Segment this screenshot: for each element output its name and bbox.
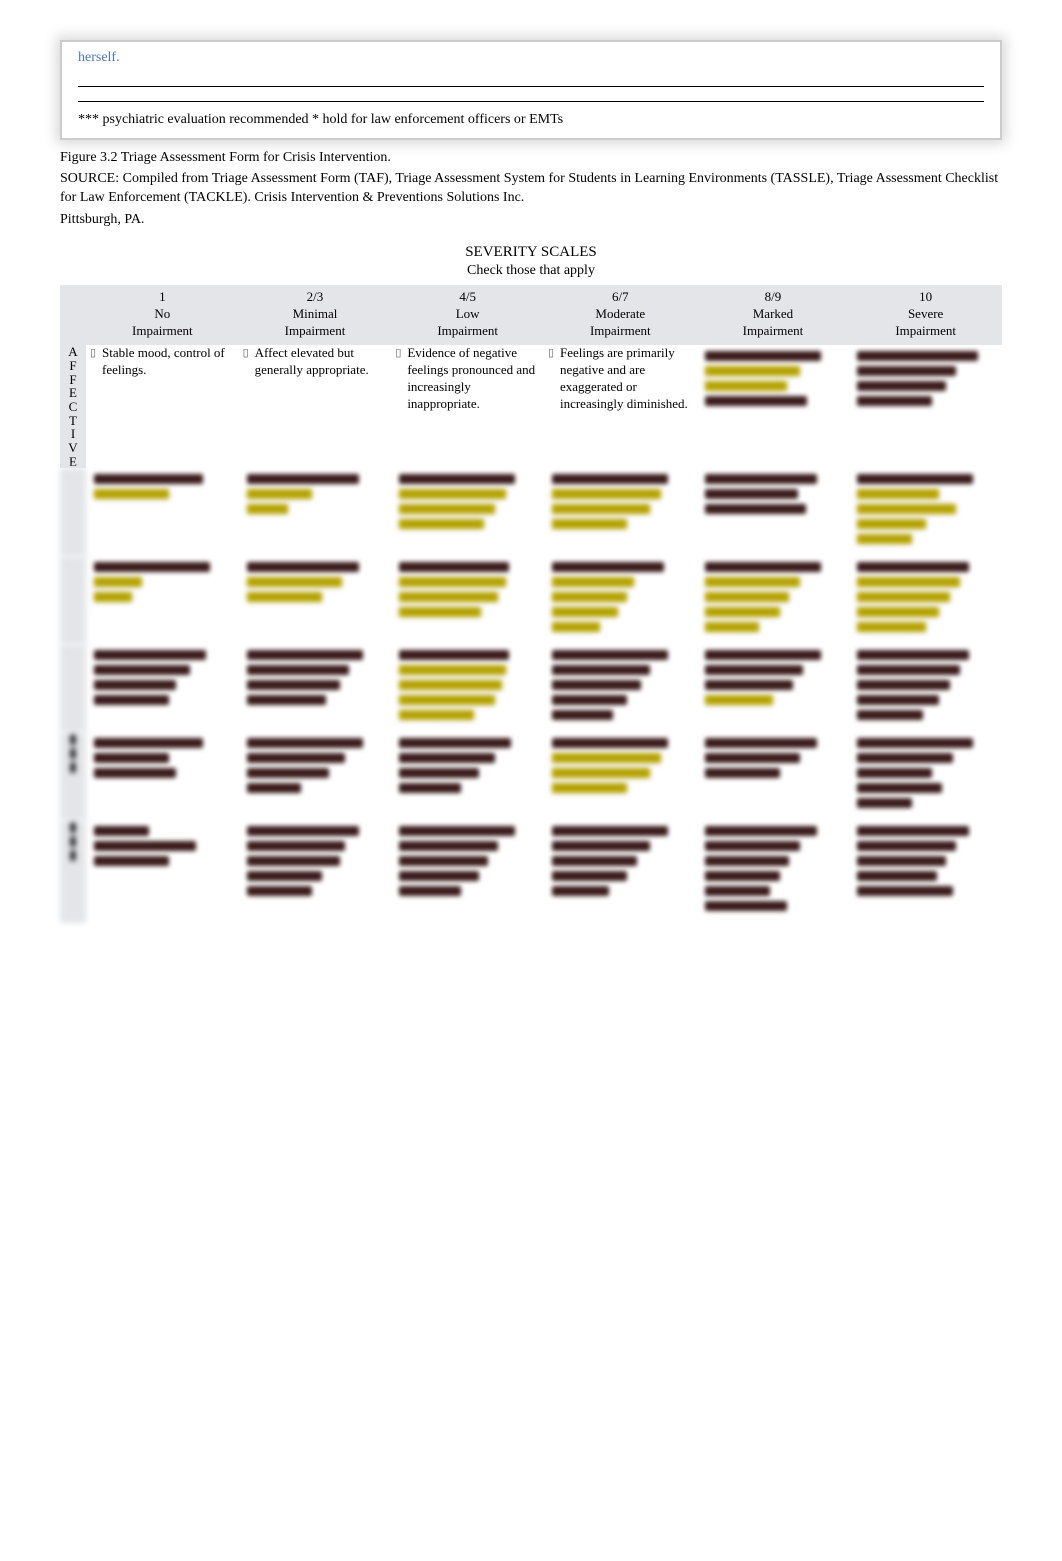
cell-text: Feelings are primarily negative and are …: [560, 345, 693, 413]
checkbox-icon[interactable]: ▯: [90, 345, 98, 379]
footnote-text: *** psychiatric evaluation recommended *…: [78, 112, 984, 128]
header-box: herself. *** psychiatric evaluation reco…: [60, 40, 1002, 140]
fragment-text: herself.: [78, 50, 984, 66]
table-row: ▮▮▮: [60, 820, 1002, 923]
table-row: [60, 644, 1002, 732]
row-label-affective: AFFECTIVE: [60, 345, 86, 468]
obscured-cell: [86, 556, 239, 644]
checkbox-icon[interactable]: ▯: [548, 345, 556, 413]
obscured-content: [853, 345, 998, 418]
obscured-cell: [86, 468, 239, 556]
row-label-obscured: ▮▮▮: [60, 820, 86, 923]
obscured-cell: [391, 820, 544, 923]
checkbox-icon[interactable]: ▯: [395, 345, 403, 413]
obscured-cell: [849, 556, 1002, 644]
severity-subtitle: Check those that apply: [60, 263, 1002, 279]
col-l2: Impairment: [699, 323, 848, 340]
obscured-cell: [544, 556, 697, 644]
cell-affective-1: ▯ Stable mood, control of feelings.: [86, 345, 239, 468]
obscured-cell: [86, 644, 239, 732]
col-l1: No: [88, 306, 237, 323]
col-l1: Moderate: [546, 306, 695, 323]
col-l1: Minimal: [241, 306, 390, 323]
cell-affective-5: [697, 345, 850, 468]
col-header: 2/3 Minimal Impairment: [239, 285, 392, 346]
obscured-cell: [544, 820, 697, 923]
cell-text: Affect elevated but generally appropriat…: [255, 345, 388, 379]
col-l2: Impairment: [393, 323, 542, 340]
col-num: 8/9: [699, 289, 848, 306]
obscured-cell: [239, 820, 392, 923]
col-header: 10 Severe Impairment: [849, 285, 1002, 346]
cell-affective-6: [849, 345, 1002, 468]
col-header: 1 No Impairment: [86, 285, 239, 346]
col-l1: Low: [393, 306, 542, 323]
obscured-cell: [697, 820, 850, 923]
location-text: Pittsburgh, PA.: [60, 212, 1002, 228]
obscured-cell: [849, 468, 1002, 556]
obscured-cell: [544, 732, 697, 820]
obscured-cell: [239, 468, 392, 556]
row-label-obscured: [60, 468, 86, 556]
col-num: 6/7: [546, 289, 695, 306]
col-num: 2/3: [241, 289, 390, 306]
obscured-cell: [391, 556, 544, 644]
cell-affective-3: ▯ Evidence of negative feelings pronounc…: [391, 345, 544, 468]
severity-table-wrap: 1 No Impairment 2/3 Minimal Impairment 4…: [60, 285, 1002, 923]
obscured-cell: [239, 644, 392, 732]
obscured-cell: [849, 820, 1002, 923]
table-row: [60, 468, 1002, 556]
row-label-obscured: [60, 644, 86, 732]
cell-text: Evidence of negative feelings pronounced…: [407, 345, 540, 413]
col-l2: Impairment: [851, 323, 1000, 340]
obscured-cell: [697, 732, 850, 820]
obscured-cell: [697, 644, 850, 732]
obscured-cell: [697, 556, 850, 644]
corner-cell: [60, 285, 86, 346]
source-text: SOURCE: Compiled from Triage Assessment …: [60, 170, 1002, 208]
col-num: 4/5: [393, 289, 542, 306]
severity-title: SEVERITY SCALES: [60, 244, 1002, 261]
obscured-cell: [697, 468, 850, 556]
cell-affective-2: ▯ Affect elevated but generally appropri…: [239, 345, 392, 468]
row-label-obscured: ▮▮▮: [60, 732, 86, 820]
table-row: [60, 556, 1002, 644]
cell-text: Stable mood, control of feelings.: [102, 345, 235, 379]
figure-caption: Figure 3.2 Triage Assessment Form for Cr…: [60, 150, 1002, 166]
blank-line: [78, 87, 984, 102]
col-header: 6/7 Moderate Impairment: [544, 285, 697, 346]
obscured-cell: [239, 556, 392, 644]
obscured-cell: [239, 732, 392, 820]
checkbox-icon[interactable]: ▯: [243, 345, 251, 379]
obscured-cell: [544, 644, 697, 732]
table-row: ▮▮▮: [60, 732, 1002, 820]
obscured-content: [701, 345, 846, 418]
severity-table: 1 No Impairment 2/3 Minimal Impairment 4…: [60, 285, 1002, 923]
obscured-cell: [391, 644, 544, 732]
col-header: 8/9 Marked Impairment: [697, 285, 850, 346]
col-l2: Impairment: [546, 323, 695, 340]
col-num: 1: [88, 289, 237, 306]
col-num: 10: [851, 289, 1000, 306]
obscured-cell: [391, 468, 544, 556]
cell-affective-4: ▯ Feelings are primarily negative and ar…: [544, 345, 697, 468]
header-row: 1 No Impairment 2/3 Minimal Impairment 4…: [60, 285, 1002, 346]
obscured-cell: [391, 732, 544, 820]
obscured-cell: [544, 468, 697, 556]
col-l1: Marked: [699, 306, 848, 323]
blank-line: [78, 72, 984, 87]
obscured-cell: [86, 820, 239, 923]
row-label-obscured: [60, 556, 86, 644]
obscured-cell: [86, 732, 239, 820]
obscured-cell: [849, 644, 1002, 732]
table-row: AFFECTIVE ▯ Stable mood, control of feel…: [60, 345, 1002, 468]
col-header: 4/5 Low Impairment: [391, 285, 544, 346]
col-l2: Impairment: [88, 323, 237, 340]
obscured-cell: [849, 732, 1002, 820]
col-l2: Impairment: [241, 323, 390, 340]
col-l1: Severe: [851, 306, 1000, 323]
